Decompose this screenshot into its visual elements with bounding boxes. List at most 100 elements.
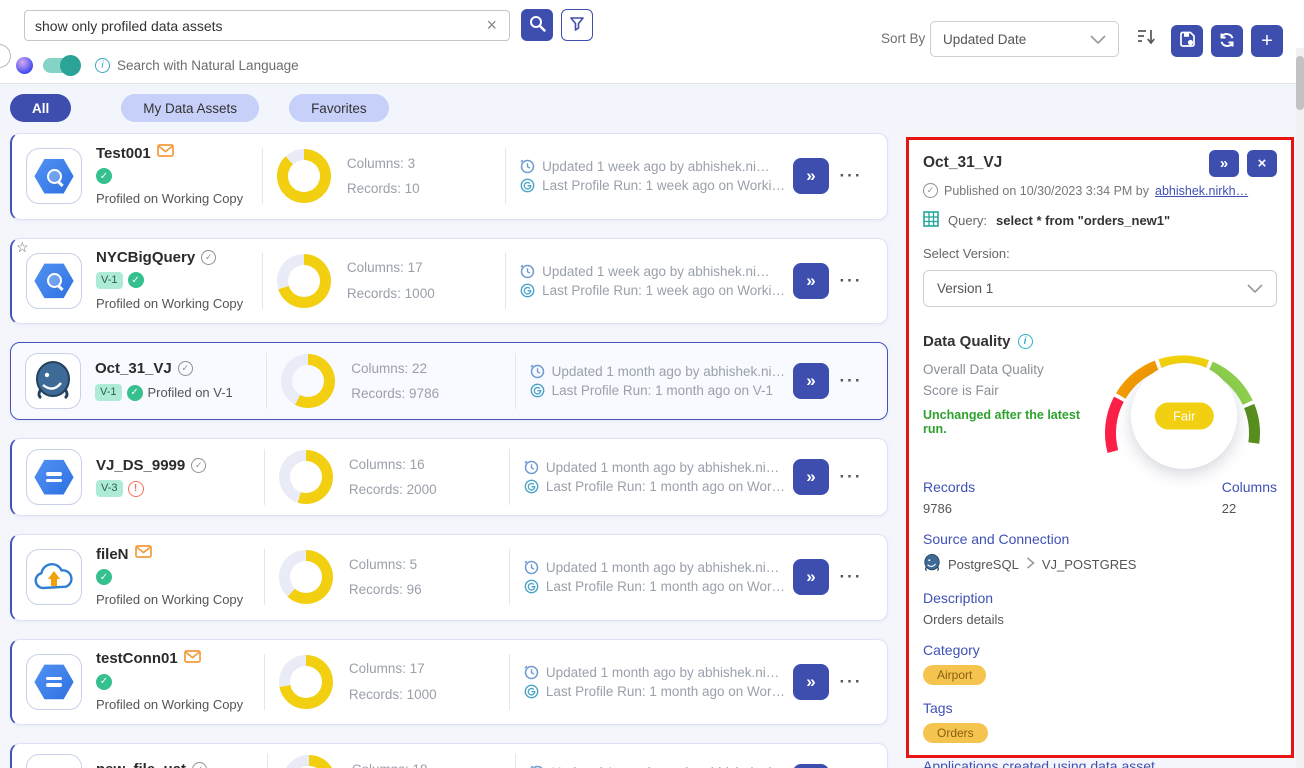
asset-name[interactable]: Oct_31_VJ <box>95 360 172 377</box>
envelope-icon <box>157 144 174 162</box>
select-version-label: Select Version: <box>923 246 1277 261</box>
divider <box>262 253 263 309</box>
asset-name-block: Test001 ✓Profiled on Working Copy <box>96 144 248 209</box>
asset-name[interactable]: Test001 <box>96 145 151 162</box>
profile-donut-chart <box>279 550 333 604</box>
ai-orb-icon <box>16 57 33 74</box>
profile-status: Profiled on Working Copy <box>96 189 243 209</box>
asset-card[interactable]: fileN ✓Profiled on Working Copy Columns:… <box>10 534 888 621</box>
query-text: select * from "orders_new1" <box>996 213 1170 228</box>
asset-card[interactable]: VJ_DS_9999 ✓ V-3 ! Columns: 16 Records: … <box>10 438 888 516</box>
asset-card[interactable]: Oct_31_VJ ✓ V-1 ✓Profiled on V-1 Columns… <box>10 342 888 420</box>
profile-run-icon <box>524 479 539 494</box>
more-options-button[interactable]: ··· <box>829 166 873 186</box>
asset-activity: Updated 1 month ago by abhishek.ni… Last… <box>524 556 785 598</box>
more-options-button[interactable]: ··· <box>829 271 873 291</box>
clear-search-icon[interactable]: × <box>484 15 499 36</box>
updated-clock-icon <box>530 364 545 379</box>
expand-panel-button[interactable]: » <box>1209 150 1239 177</box>
more-options-button[interactable]: ··· <box>829 567 873 587</box>
published-by-link[interactable]: abhishek.nirkh… <box>1155 184 1248 198</box>
tab-favorites[interactable]: Favorites <box>289 94 389 122</box>
open-asset-button[interactable]: » <box>793 263 829 299</box>
asset-name[interactable]: testConn01 <box>96 650 178 667</box>
search-button[interactable] <box>521 9 553 41</box>
open-asset-button[interactable]: » <box>793 459 829 495</box>
version-badge: V-1 <box>95 384 122 401</box>
close-panel-button[interactable]: × <box>1247 150 1277 177</box>
asset-stats: Columns: 18 Records: 600 <box>352 757 501 768</box>
open-asset-button[interactable]: » <box>793 559 829 595</box>
records-count: Records: 96 <box>349 577 495 603</box>
search-icon <box>529 15 546 35</box>
asset-name[interactable]: NYCBigQuery <box>96 249 195 266</box>
sort-by-select[interactable]: Updated Date <box>930 21 1119 57</box>
sort-direction-button[interactable] <box>1137 28 1157 51</box>
open-asset-button[interactable]: » <box>793 363 829 399</box>
profile-donut-chart <box>281 354 335 408</box>
tab-all[interactable]: All <box>10 94 71 122</box>
asset-card[interactable]: Test001 ✓Profiled on Working Copy Column… <box>10 133 888 220</box>
records-label: Records <box>923 479 975 495</box>
published-text: Published on 10/30/2023 3:34 PM by <box>944 184 1149 198</box>
page-scrollbar[interactable] <box>1296 48 1304 768</box>
info-icon[interactable]: i <box>1018 334 1033 349</box>
more-options-button[interactable]: ··· <box>829 672 873 692</box>
asset-stats: Columns: 17 Records: 1000 <box>349 656 495 707</box>
header-bar: × i Search with Natural Language Sort By… <box>0 0 1304 84</box>
last-profile-run: Last Profile Run: 1 week ago on Worki… <box>542 283 785 298</box>
asset-card[interactable]: new_file_uat ✓ V-1 ✓Profiled on V-1 Colu… <box>10 743 888 768</box>
filter-icon <box>569 16 585 35</box>
profile-status: Profiled on V-1 <box>148 383 233 403</box>
source-section: Source and Connection PostgreSQL VJ_POST… <box>923 531 1277 575</box>
divider <box>262 148 263 204</box>
search-input[interactable] <box>35 18 484 34</box>
tab-my-data-assets[interactable]: My Data Assets <box>121 94 259 122</box>
cloud-icon <box>26 549 82 605</box>
profile-donut-chart <box>279 655 333 709</box>
category-section: Category Airport <box>923 642 1277 685</box>
category-label: Category <box>923 642 1277 658</box>
tags-label: Tags <box>923 700 1277 716</box>
tags-section: Tags Orders <box>923 700 1277 743</box>
asset-name[interactable]: VJ_DS_9999 <box>96 457 185 474</box>
columns-label: Columns <box>1222 479 1277 495</box>
asset-stats: Columns: 17 Records: 1000 <box>347 255 491 306</box>
columns-count: Columns: 18 <box>352 757 501 768</box>
warning-icon[interactable]: ! <box>128 481 144 497</box>
nl-search-toggle[interactable] <box>43 58 79 73</box>
save-button[interactable] <box>1171 25 1203 57</box>
table-grid-icon <box>923 211 939 230</box>
description-value: Orders details <box>923 612 1277 627</box>
more-options-button[interactable]: ··· <box>829 371 873 391</box>
category-badge: Airport <box>923 665 986 685</box>
open-asset-button[interactable]: » <box>793 158 829 194</box>
bigquery-icon <box>26 148 82 204</box>
add-asset-button[interactable]: + <box>1251 25 1283 57</box>
favorite-star-icon[interactable]: ☆ <box>16 239 29 256</box>
panel-title: Oct_31_VJ <box>923 150 1002 172</box>
applications-section: Applications created using data asset 1 <box>923 758 1277 768</box>
published-check-icon: ✓ <box>923 183 938 198</box>
refresh-button[interactable] <box>1211 25 1243 57</box>
filter-button[interactable] <box>561 9 593 41</box>
source-label: Source and Connection <box>923 531 1277 547</box>
more-options-button[interactable]: ··· <box>829 467 873 487</box>
postgres-icon <box>25 353 81 409</box>
asset-card[interactable]: testConn01 ✓Profiled on Working Copy Col… <box>10 639 888 726</box>
asset-name[interactable]: new_file_uat <box>96 761 186 768</box>
asset-name[interactable]: fileN <box>96 546 129 563</box>
asset-card[interactable]: ☆ NYCBigQuery ✓ V-1 ✓Profiled on Working… <box>10 238 888 325</box>
scrollbar-thumb[interactable] <box>1296 56 1304 110</box>
version-select[interactable]: Version 1 <box>923 270 1277 307</box>
open-asset-button[interactable]: » <box>793 764 829 768</box>
updated-clock-icon <box>524 560 539 575</box>
updated-info: Updated 1 month ago by abhishek.ni… <box>546 665 779 680</box>
save-icon <box>1179 31 1196 51</box>
data-catalog-page: × i Search with Natural Language Sort By… <box>0 0 1304 768</box>
published-check-icon: ✓ <box>191 458 206 473</box>
open-asset-button[interactable]: » <box>793 664 829 700</box>
asset-filter-tabs: All My Data Assets Favorites <box>0 85 1304 131</box>
chevron-down-icon <box>1247 281 1263 296</box>
divider <box>509 449 510 505</box>
